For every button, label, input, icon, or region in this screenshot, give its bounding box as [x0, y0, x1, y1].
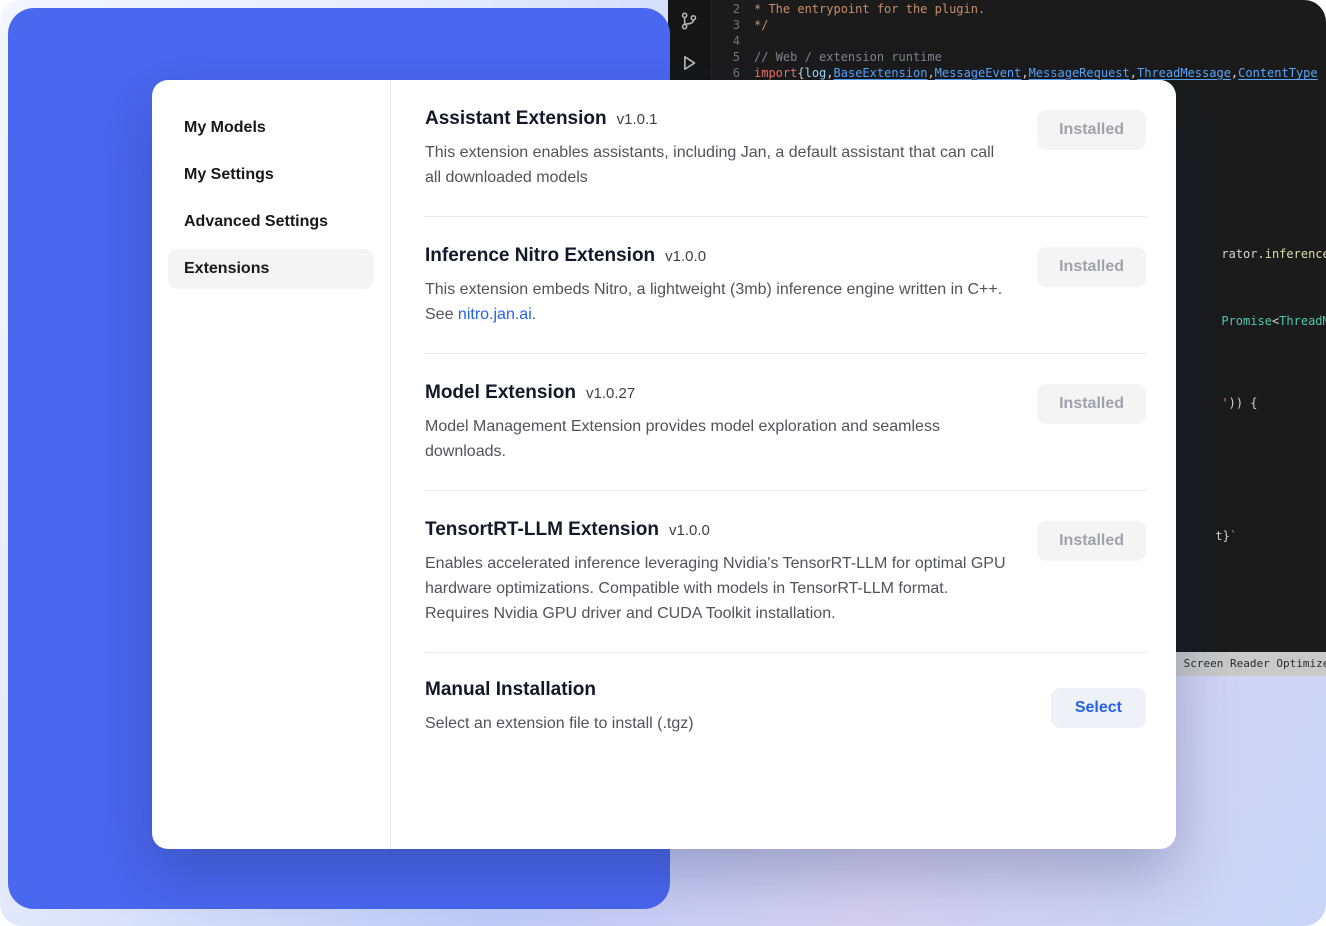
- code-token: ,: [826, 65, 833, 81]
- nitro-jan-ai-link[interactable]: nitro.jan.ai: [458, 306, 532, 323]
- manual-installation-info: Manual Installation Select an extension …: [425, 679, 1051, 736]
- screen-reader-chip[interactable]: Screen Reader Optimized: [1176, 652, 1326, 676]
- code-token: ,: [1021, 65, 1028, 81]
- installed-button[interactable]: Installed: [1037, 384, 1146, 424]
- extension-info: Model Extension v1.0.27 Model Management …: [425, 382, 1037, 464]
- line-number: 3: [714, 17, 740, 33]
- code-token: ,: [927, 65, 934, 81]
- code-fragment: rator.inference(data));: [1178, 230, 1326, 278]
- extension-info: Inference Nitro Extension v1.0.0 This ext…: [425, 245, 1037, 327]
- code-line: 6 import { log , BaseExtension , Message…: [714, 65, 1326, 81]
- extension-description: Model Management Extension provides mode…: [425, 414, 1007, 464]
- code-text: // Web / extension runtime: [754, 49, 942, 65]
- extension-name: Model Extension: [425, 382, 576, 403]
- extension-description: This extension enables assistants, inclu…: [425, 140, 1007, 190]
- code-token: ,: [1130, 65, 1137, 81]
- code-token: t}: [1215, 529, 1229, 543]
- code-line: 5 // Web / extension runtime: [714, 49, 1326, 65]
- extension-version: v1.0.0: [665, 248, 706, 265]
- manual-installation-description: Select an extension file to install (.tg…: [425, 711, 1007, 736]
- description-text: .: [532, 306, 536, 323]
- line-number: 2: [714, 1, 740, 17]
- code-token: rator.: [1221, 247, 1264, 261]
- installed-button[interactable]: Installed: [1037, 521, 1146, 561]
- code-fragment: Promise<ThreadMessage>: [1178, 297, 1326, 345]
- extension-version: v1.0.0: [669, 522, 710, 539]
- code-token: )) {: [1229, 396, 1258, 410]
- line-number: 6: [714, 65, 740, 81]
- code-line: 4: [714, 33, 1326, 49]
- extension-row-model: Model Extension v1.0.27 Model Management …: [425, 354, 1146, 491]
- code-line: 3 */: [714, 17, 1326, 33]
- code-token: {: [797, 65, 804, 81]
- extensions-list: Assistant Extension v1.0.1 This extension…: [391, 80, 1176, 849]
- line-number: 5: [714, 49, 740, 65]
- extension-name: TensortRT-LLM Extension: [425, 519, 659, 540]
- run-debug-icon[interactable]: [678, 52, 700, 78]
- code-token: ContentType: [1238, 65, 1317, 81]
- extension-info: TensortRT-LLM Extension v1.0.0 Enables ac…: [425, 519, 1037, 626]
- extension-row-assistant: Assistant Extension v1.0.1 This extension…: [425, 80, 1146, 217]
- source-control-icon[interactable]: [679, 11, 699, 35]
- extension-row-inference-nitro: Inference Nitro Extension v1.0.0 This ext…: [425, 217, 1146, 354]
- settings-modal: My Models My Settings Advanced Settings …: [152, 80, 1176, 849]
- manual-installation-row: Manual Installation Select an extension …: [425, 653, 1146, 762]
- extension-name: Assistant Extension: [425, 108, 607, 129]
- code-token: `: [1230, 529, 1237, 543]
- installed-button[interactable]: Installed: [1037, 247, 1146, 287]
- code-token-import: import: [754, 65, 797, 81]
- code-token: ': [1221, 396, 1228, 410]
- code-text: * The entrypoint for the plugin.: [754, 1, 985, 17]
- sidebar-item-my-models[interactable]: My Models: [168, 108, 374, 148]
- extension-description: Enables accelerated inference leveraging…: [425, 551, 1013, 626]
- code-token: ,: [1231, 65, 1238, 81]
- manual-installation-title: Manual Installation: [425, 679, 596, 700]
- extension-info: Assistant Extension v1.0.1 This extension…: [425, 108, 1037, 190]
- select-file-button[interactable]: Select: [1051, 688, 1146, 728]
- code-token: BaseExtension: [834, 65, 928, 81]
- code-text: */: [754, 17, 768, 33]
- code-token: log: [805, 65, 827, 81]
- settings-sidebar: My Models My Settings Advanced Settings …: [152, 80, 391, 849]
- extension-version: v1.0.27: [586, 385, 635, 402]
- code-token: Promise: [1221, 314, 1272, 328]
- sidebar-item-my-settings[interactable]: My Settings: [168, 155, 374, 195]
- code-token: ThreadMessage: [1137, 65, 1231, 81]
- code-fragment: ')) {: [1178, 379, 1258, 427]
- line-number: 4: [714, 33, 740, 49]
- code-token: MessageRequest: [1029, 65, 1130, 81]
- extension-version: v1.0.1: [617, 111, 658, 128]
- code-line: 2 * The entrypoint for the plugin.: [714, 1, 1326, 17]
- page-background: 2 * The entrypoint for the plugin. 3 */ …: [0, 0, 1326, 926]
- extension-row-tensorrt-llm: TensortRT-LLM Extension v1.0.0 Enables ac…: [425, 491, 1146, 653]
- sidebar-item-extensions[interactable]: Extensions: [168, 249, 374, 289]
- code-token: inference: [1265, 247, 1326, 261]
- code-token: MessageEvent: [935, 65, 1022, 81]
- sidebar-item-advanced-settings[interactable]: Advanced Settings: [168, 202, 374, 242]
- extension-description: This extension embeds Nitro, a lightweig…: [425, 277, 1007, 327]
- code-token: ThreadMessage: [1279, 314, 1326, 328]
- extension-name: Inference Nitro Extension: [425, 245, 655, 266]
- code-lines: 2 * The entrypoint for the plugin. 3 */ …: [714, 1, 1326, 81]
- installed-button[interactable]: Installed: [1037, 110, 1146, 150]
- code-fragment: t}`: [1172, 512, 1237, 560]
